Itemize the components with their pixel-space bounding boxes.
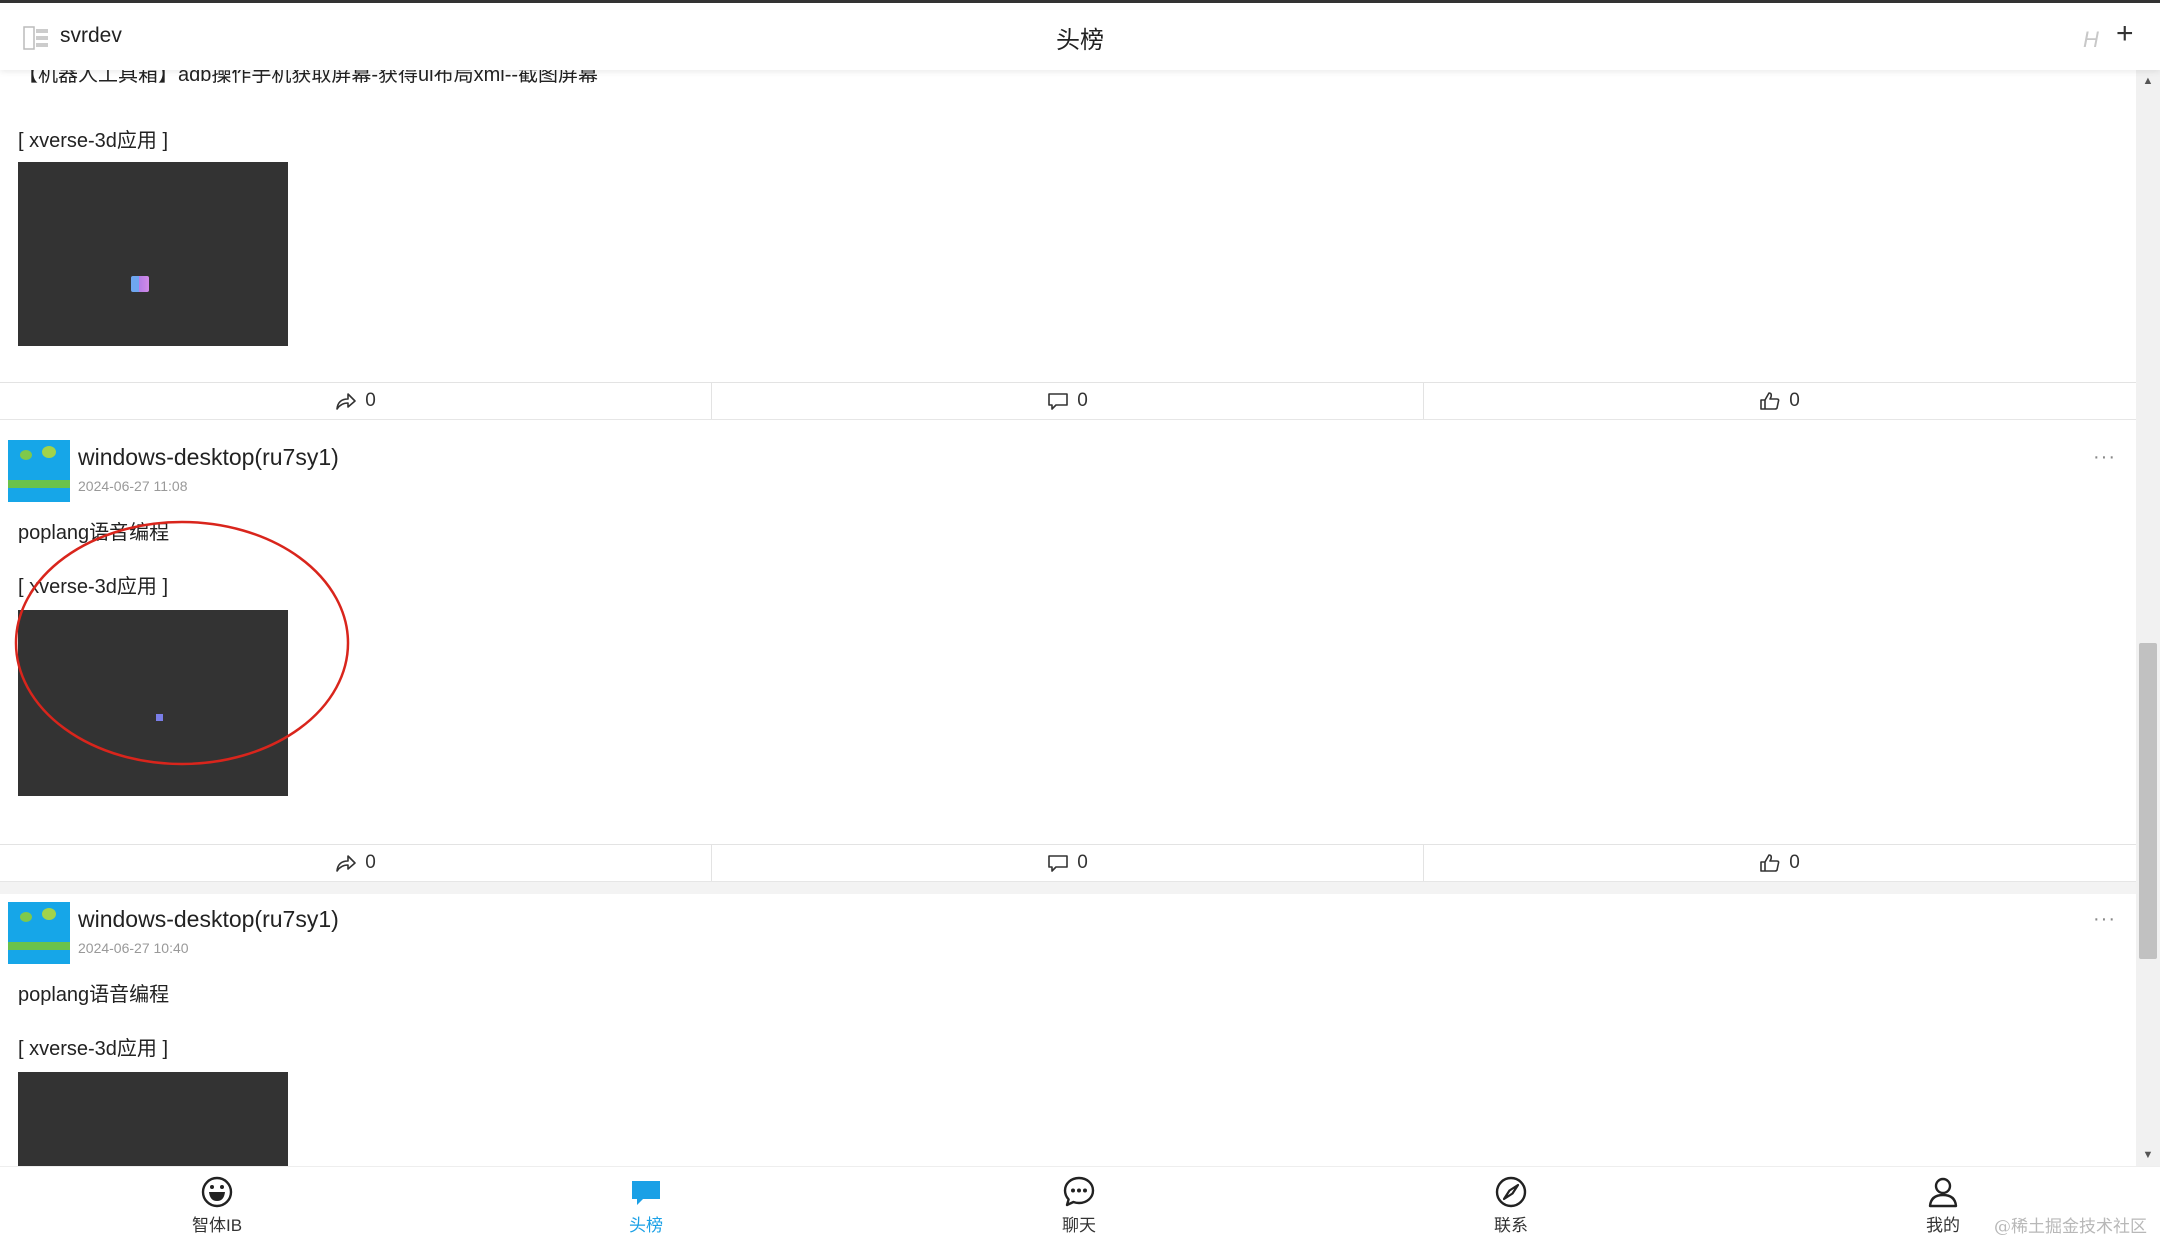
dot-marker [156, 714, 163, 721]
comment-count: 0 [1077, 390, 1088, 411]
share-button[interactable]: 0 [0, 845, 712, 881]
bottom-nav: 智体IB 头榜 聊天 联系 我的 [0, 1166, 2160, 1240]
share-icon [336, 393, 357, 410]
share-icon [336, 855, 357, 872]
action-bar: 0 0 0 [0, 844, 2136, 882]
scroll-down-arrow-icon[interactable]: ▼ [2136, 1144, 2160, 1166]
nav-item-me[interactable]: 我的 [1883, 1175, 2003, 1236]
comment-icon [1048, 393, 1069, 410]
nav-item-contacts[interactable]: 联系 [1451, 1175, 1571, 1236]
feed-post: windows-desktop(ru7sy1) 2024-06-27 11:08… [0, 432, 2136, 844]
comment-icon [1048, 855, 1069, 872]
like-count: 0 [1789, 852, 1800, 873]
scroll-thumb[interactable] [2139, 643, 2157, 959]
thumbs-up-icon [1760, 392, 1780, 410]
more-icon[interactable]: ··· [2093, 908, 2116, 931]
app-tag[interactable]: [ xverse-3d应用 ] [18, 1032, 168, 1061]
post-username[interactable]: windows-desktop(ru7sy1) [78, 444, 339, 471]
chat-icon [1063, 1176, 1095, 1207]
avatar[interactable] [8, 440, 70, 502]
post-time: 2024-06-27 11:08 [78, 478, 188, 494]
add-icon[interactable]: + [2116, 19, 2134, 49]
app-tag[interactable]: [ xverse-3d应用 ] [18, 124, 168, 153]
avatar[interactable] [8, 902, 70, 964]
app-thumbnail[interactable] [18, 162, 288, 346]
like-button[interactable]: 0 [1424, 383, 2135, 419]
comment-button[interactable]: 0 [712, 845, 1424, 881]
scroll-up-arrow-icon[interactable]: ▲ [2136, 70, 2160, 92]
post-text: 【机器人工具箱】adb操作手机获取屏幕-获得ui布局xml--截图屏幕 [18, 70, 599, 86]
post-text: poplang语音编程 [18, 522, 170, 544]
top-bar: svrdev 头榜 H + [0, 0, 2160, 70]
nav-label: 我的 [1926, 1216, 1960, 1235]
more-icon[interactable]: ··· [2093, 446, 2116, 469]
nav-label: 聊天 [1062, 1216, 1096, 1235]
chat-bubble-icon [632, 1181, 660, 1205]
post-text: poplang语音编程 [18, 984, 170, 1006]
share-button[interactable]: 0 [0, 383, 712, 419]
app-thumbnail[interactable] [18, 610, 288, 796]
nav-item-zhiti[interactable]: 智体IB [157, 1175, 277, 1236]
post-username[interactable]: windows-desktop(ru7sy1) [78, 906, 339, 933]
share-count: 0 [365, 390, 376, 411]
nav-label: 联系 [1494, 1216, 1528, 1235]
thumbs-up-icon [1760, 854, 1780, 872]
feed[interactable]: 【机器人工具箱】adb操作手机获取屏幕-获得ui布局xml--截图屏幕 [ xv… [0, 70, 2136, 1166]
comment-button[interactable]: 0 [712, 383, 1424, 419]
action-bar: 0 0 0 [0, 382, 2136, 420]
scrollbar[interactable]: ▲ ▼ [2136, 70, 2160, 1166]
nav-label: 智体IB [191, 1216, 243, 1235]
app-tag[interactable]: [ xverse-3d应用 ] [18, 570, 168, 599]
post-time: 2024-06-27 10:40 [78, 940, 189, 956]
compass-icon [1495, 1176, 1527, 1208]
cube-icon [131, 276, 149, 292]
smiley-icon [201, 1176, 233, 1208]
nav-item-toubang[interactable]: 头榜 [586, 1175, 706, 1236]
share-count: 0 [365, 852, 376, 873]
watermark: @稀土掘金技术社区 [1994, 1217, 2147, 1237]
like-count: 0 [1789, 390, 1800, 411]
like-button[interactable]: 0 [1424, 845, 2135, 881]
page-title: 头榜 [1056, 27, 1104, 54]
nav-item-chat[interactable]: 聊天 [1019, 1175, 1139, 1236]
comment-count: 0 [1077, 852, 1088, 873]
feed-post: windows-desktop(ru7sy1) 2024-06-27 10:40… [0, 894, 2136, 1166]
nav-label: 头榜 [629, 1216, 663, 1235]
h-icon[interactable]: H [2083, 27, 2099, 53]
app-thumbnail[interactable] [18, 1072, 288, 1166]
user-icon [1928, 1177, 1958, 1208]
